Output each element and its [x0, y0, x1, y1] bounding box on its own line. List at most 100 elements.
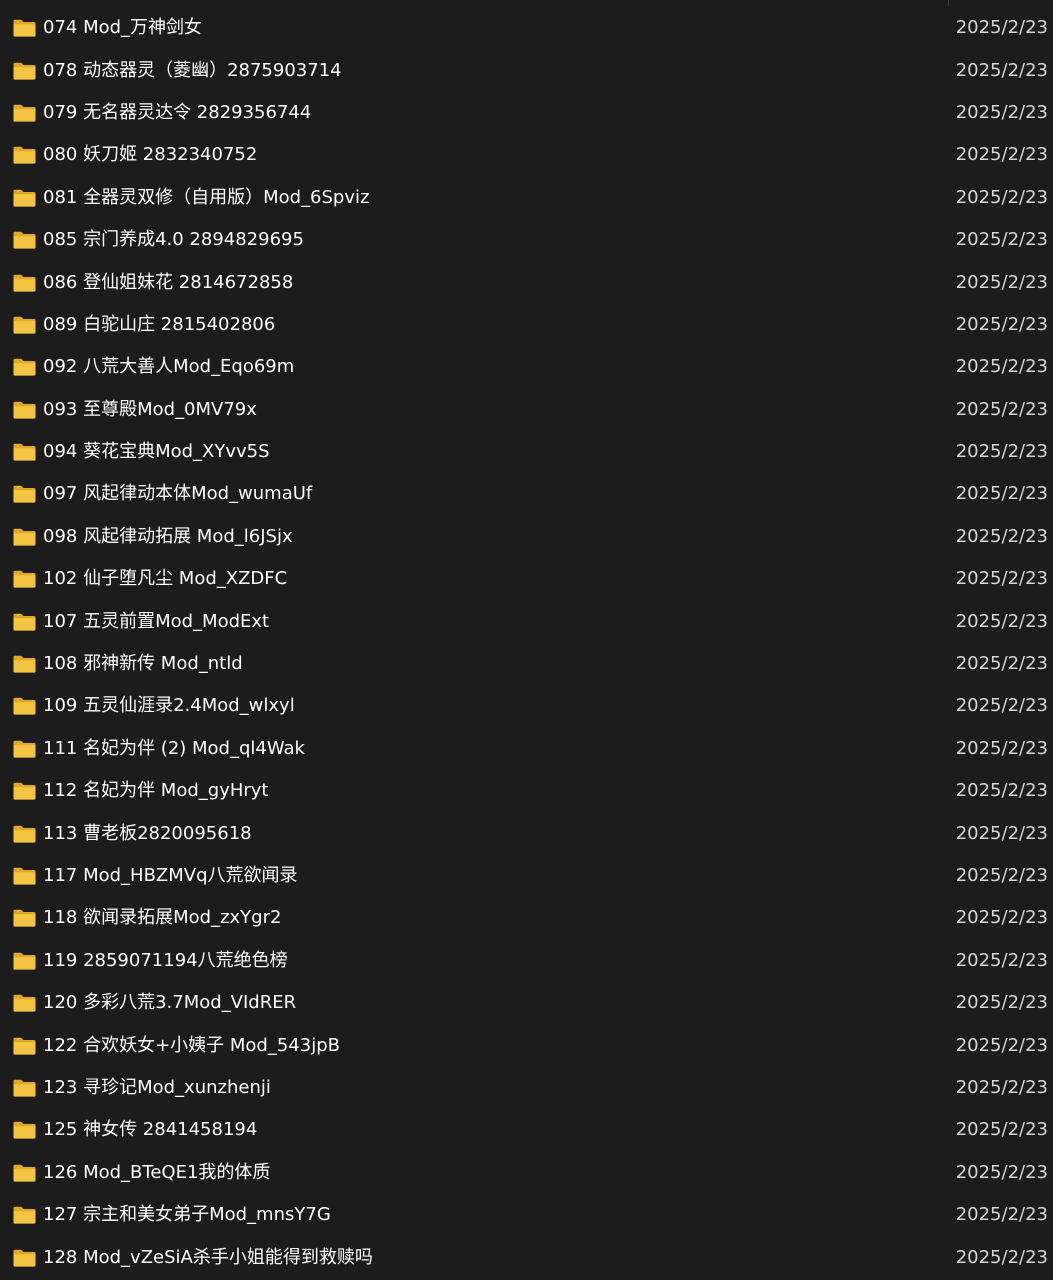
- modified-date: 2025/2/23: [955, 525, 1048, 547]
- modified-date: 2025/2/23: [955, 483, 1048, 505]
- folder-row[interactable]: 089 白驼山庄 2815402806 2025/2/23: [0, 304, 1053, 346]
- folder-row[interactable]: 117 Mod_HBZMVq八荒欲闻录 2025/2/23: [0, 855, 1053, 897]
- folder-row[interactable]: 113 曹老板2820095618 2025/2/23: [0, 812, 1053, 854]
- folder-icon: [13, 910, 36, 927]
- modified-date: 2025/2/23: [955, 186, 1048, 208]
- folder-row[interactable]: 098 风起律动拓展 Mod_l6JSjx 2025/2/23: [0, 516, 1053, 558]
- folder-icon: [13, 1079, 36, 1097]
- folder-name: 112 名妃为伴 Mod_gyHryt: [43, 780, 269, 802]
- folder-icon: [13, 62, 36, 80]
- folder-row[interactable]: 080 妖刀姬 2832340752 2025/2/23: [0, 134, 1053, 176]
- modified-date: 2025/2/23: [955, 1076, 1048, 1098]
- modified-date: 2025/2/23: [955, 441, 1048, 463]
- modified-date: 2025/2/23: [955, 1246, 1048, 1268]
- folder-name: 079 无名器灵达令 2829356744: [43, 101, 312, 123]
- folder-row[interactable]: 102 仙子堕凡尘 Mod_XZDFC 2025/2/23: [0, 558, 1053, 600]
- folder-name: 117 Mod_HBZMVq八荒欲闻录: [43, 865, 298, 886]
- folder-name: 092 八荒大善人Mod_Eqo69m: [43, 356, 295, 378]
- folder-row[interactable]: 094 葵花宝典Mod_XYvv5S 2025/2/23: [0, 431, 1053, 473]
- folder-name: 085 宗门养成4.0 2894829695: [43, 229, 304, 251]
- folder-row[interactable]: 092 八荒大善人Mod_Eqo69m 2025/2/23: [0, 346, 1053, 388]
- modified-date: 2025/2/23: [955, 568, 1048, 590]
- folder-row[interactable]: 097 风起律动本体Mod_wumaUf 2025/2/23: [0, 473, 1053, 515]
- modified-date: 2025/2/23: [955, 271, 1048, 293]
- folder-row[interactable]: 109 五灵仙涯录2.4Mod_wlxyl 2025/2/23: [0, 685, 1053, 727]
- folder-name: 108 邪神新传 Mod_ntld: [43, 653, 243, 675]
- folder-icon: [13, 994, 36, 1012]
- folder-name: 128 Mod_vZeSiA杀手小姐能得到救赎吗: [43, 1246, 373, 1268]
- folder-name: 102 仙子堕凡尘 Mod_XZDFC: [43, 568, 288, 590]
- folder-row[interactable]: 093 至尊殿Mod_0MV79x 2025/2/23: [0, 389, 1053, 431]
- modified-date: 2025/2/23: [955, 653, 1048, 675]
- folder-icon: [13, 655, 36, 673]
- folder-name: 094 葵花宝典Mod_XYvv5S: [43, 441, 270, 463]
- folder-name: 078 动态器灵（菱幽）2875903714: [43, 59, 342, 81]
- folder-name: 111 名妃为伴 (2) Mod_ql4Wak: [43, 737, 305, 759]
- folder-name: 093 至尊殿Mod_0MV79x: [43, 398, 257, 420]
- folder-icon: [13, 740, 36, 758]
- folder-icon: [13, 19, 36, 37]
- modified-date: 2025/2/23: [955, 992, 1048, 1014]
- folder-row[interactable]: 125 神女传 2841458194 2025/2/23: [0, 1109, 1053, 1151]
- folder-name: 125 神女传 2841458194: [43, 1119, 258, 1141]
- modified-date: 2025/2/23: [955, 59, 1048, 81]
- folder-row[interactable]: 123 寻珍记Mod_xunzhenji 2025/2/23: [0, 1067, 1053, 1109]
- folder-name: 119 2859071194八荒绝色榜: [43, 949, 288, 971]
- folder-row[interactable]: 086 登仙姐妹花 2814672858 2025/2/23: [0, 261, 1053, 303]
- modified-date: 2025/2/23: [955, 949, 1048, 971]
- folder-row[interactable]: 120 多彩八荒3.7Mod_VIdRER 2025/2/23: [0, 982, 1053, 1024]
- folder-name: 118 欲闻录拓展Mod_zxYgr2: [43, 907, 282, 929]
- folder-row[interactable]: 118 欲闻录拓展Mod_zxYgr2 2025/2/23: [0, 897, 1053, 939]
- folder-icon: [13, 571, 36, 588]
- folder-row[interactable]: 108 邪神新传 Mod_ntld 2025/2/23: [0, 643, 1053, 685]
- folder-row[interactable]: 111 名妃为伴 (2) Mod_ql4Wak 2025/2/23: [0, 728, 1053, 770]
- folder-icon: [13, 698, 36, 716]
- folder-icon: [13, 274, 36, 292]
- folder-row[interactable]: 107 五灵前置Mod_ModExt 2025/2/23: [0, 600, 1053, 642]
- folder-icon: [13, 825, 36, 843]
- modified-date: 2025/2/23: [955, 144, 1048, 166]
- folder-icon: [13, 867, 36, 885]
- folder-row[interactable]: 078 动态器灵（菱幽）2875903714 2025/2/23: [0, 49, 1053, 91]
- folder-row[interactable]: 122 合欢妖女+小姨子 Mod_543jpB 2025/2/23: [0, 1024, 1053, 1066]
- modified-date: 2025/2/23: [955, 1161, 1048, 1183]
- folder-name: 097 风起律动本体Mod_wumaUf: [43, 483, 313, 505]
- modified-date: 2025/2/23: [955, 865, 1048, 886]
- modified-date: 2025/2/23: [955, 695, 1048, 717]
- folder-icon: [13, 486, 36, 504]
- folder-row[interactable]: 074 Mod_万神剑女 2025/2/23: [0, 7, 1053, 49]
- folder-icon: [13, 528, 36, 546]
- modified-date: 2025/2/23: [955, 356, 1048, 378]
- folder-name: 122 合欢妖女+小姨子 Mod_543jpB: [43, 1034, 340, 1056]
- folder-row[interactable]: 081 全器灵双修（自用版）Mod_6Spviz 2025/2/23: [0, 177, 1053, 219]
- folder-row[interactable]: 112 名妃为伴 Mod_gyHryt 2025/2/23: [0, 770, 1053, 812]
- folder-icon: [13, 231, 36, 249]
- folder-icon: [13, 1037, 36, 1055]
- column-divider[interactable]: [948, 0, 949, 6]
- modified-date: 2025/2/23: [955, 398, 1048, 420]
- modified-date: 2025/2/23: [955, 229, 1048, 251]
- folder-name: 109 五灵仙涯录2.4Mod_wlxyl: [43, 695, 295, 717]
- modified-date: 2025/2/23: [955, 1034, 1048, 1056]
- folder-icon: [13, 147, 36, 164]
- modified-date: 2025/2/23: [955, 17, 1048, 39]
- folder-icon: [13, 189, 36, 207]
- folder-icon: [13, 952, 36, 970]
- folder-icon: [13, 1164, 36, 1182]
- folder-row[interactable]: 127 宗主和美女弟子Mod_mnsY7G 2025/2/23: [0, 1194, 1053, 1236]
- modified-date: 2025/2/23: [955, 1119, 1048, 1141]
- folder-name: 113 曹老板2820095618: [43, 822, 252, 844]
- modified-date: 2025/2/23: [955, 1204, 1048, 1226]
- folder-icon: [13, 783, 36, 800]
- folder-name: 081 全器灵双修（自用版）Mod_6Spviz: [43, 186, 370, 208]
- folder-name: 074 Mod_万神剑女: [43, 17, 203, 39]
- folder-row[interactable]: 079 无名器灵达令 2829356744 2025/2/23: [0, 92, 1053, 134]
- folder-row[interactable]: 085 宗门养成4.0 2894829695 2025/2/23: [0, 219, 1053, 261]
- folder-icon: [13, 1122, 36, 1139]
- folder-icon: [13, 316, 36, 334]
- folder-row[interactable]: 128 Mod_vZeSiA杀手小姐能得到救赎吗 2025/2/23: [0, 1236, 1053, 1278]
- folder-row[interactable]: 126 Mod_BTeQE1我的体质 2025/2/23: [0, 1152, 1053, 1194]
- folder-name: 098 风起律动拓展 Mod_l6JSjx: [43, 525, 293, 547]
- folder-icon: [13, 1249, 36, 1267]
- folder-row[interactable]: 119 2859071194八荒绝色榜 2025/2/23: [0, 940, 1053, 982]
